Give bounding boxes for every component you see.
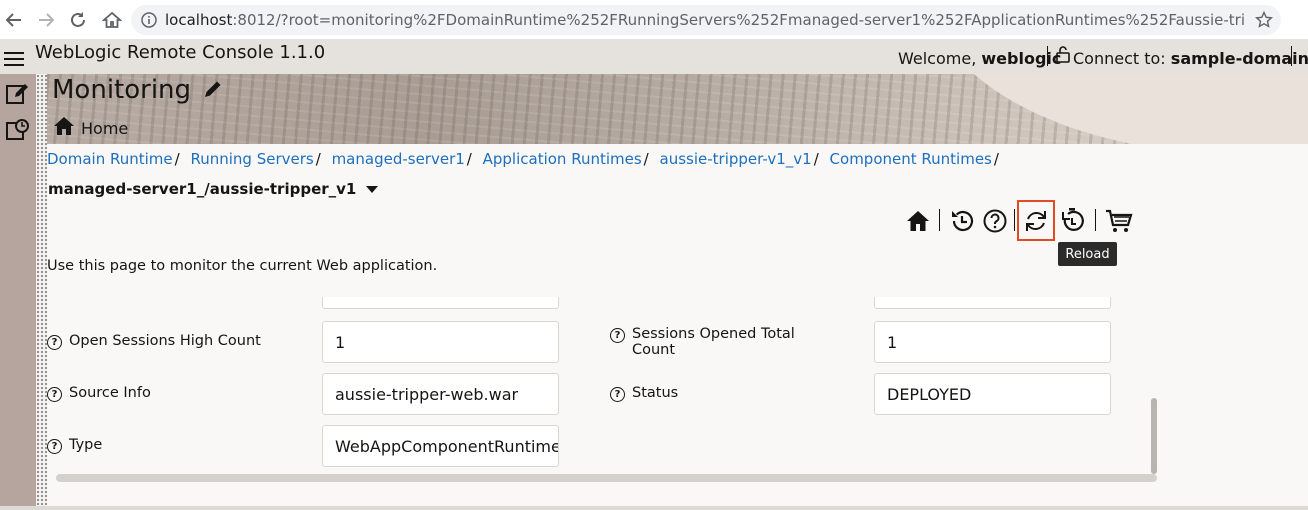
toolbar-divider bbox=[1095, 209, 1096, 231]
horizontal-scrollbar[interactable] bbox=[56, 474, 1157, 482]
auto-reload-icon[interactable] bbox=[1057, 204, 1087, 238]
url-text: localhost:8012/?root=monitoring%2FDomain… bbox=[165, 11, 1245, 29]
page-title-text: Monitoring bbox=[52, 75, 192, 105]
breadcrumb-separator: / bbox=[993, 150, 999, 168]
type-label: ? Type bbox=[47, 437, 102, 454]
source-info-label: ? Source Info bbox=[47, 385, 151, 402]
vertical-scrollbar[interactable] bbox=[1151, 398, 1157, 474]
app-title: WebLogic Remote Console 1.1.0 bbox=[35, 42, 326, 63]
refresh-icon[interactable] bbox=[66, 8, 90, 32]
user-name[interactable]: weblogic bbox=[981, 49, 1061, 68]
breadcrumb-item[interactable]: Application Runtimes bbox=[483, 150, 642, 168]
domain-name[interactable]: sample-domain1 bbox=[1171, 49, 1308, 68]
sessions-opened-total-count-value: 1 bbox=[874, 321, 1111, 363]
browser-home-icon[interactable] bbox=[100, 8, 124, 32]
breadcrumb-separator: / bbox=[174, 150, 180, 168]
breadcrumb-separator: / bbox=[466, 150, 472, 168]
panel-resize-handle[interactable] bbox=[36, 74, 47, 510]
open-sessions-high-count-value: 1 bbox=[322, 321, 559, 363]
help-icon[interactable] bbox=[980, 204, 1010, 238]
sessions-opened-total-count-label: ? Sessions Opened Total Count bbox=[610, 326, 810, 358]
page-description: Use this page to monitor the current Web… bbox=[47, 258, 438, 274]
connect-text[interactable]: Connect to: sample-domain1 bbox=[1073, 49, 1308, 68]
left-rail bbox=[0, 74, 36, 510]
field-label-text: Source Info bbox=[69, 385, 151, 401]
menu-icon[interactable] bbox=[4, 50, 24, 70]
toolbar-divider bbox=[1014, 209, 1015, 231]
home-label: Home bbox=[81, 118, 129, 138]
history-icon[interactable] bbox=[947, 204, 977, 238]
breadcrumb-item[interactable]: Component Runtimes bbox=[830, 150, 992, 168]
bookmark-star-icon[interactable] bbox=[1252, 8, 1276, 32]
app-header: WebLogic Remote Console 1.1.0 Welcome, w… bbox=[0, 40, 1308, 74]
instance-selector[interactable]: managed-server1_/aussie-tripper_v1 bbox=[48, 180, 379, 198]
field-value-cut bbox=[874, 297, 1111, 309]
back-icon[interactable] bbox=[2, 8, 26, 32]
pencil-icon[interactable] bbox=[203, 76, 223, 106]
source-info-value: aussie-tripper-web.war bbox=[322, 373, 559, 415]
field-label-text: Open Sessions High Count bbox=[69, 333, 261, 349]
home-icon[interactable] bbox=[903, 204, 933, 238]
instance-selector-value: managed-server1_/aussie-tripper_v1 bbox=[48, 180, 357, 198]
field-help-icon[interactable]: ? bbox=[47, 439, 62, 454]
field-help-icon[interactable]: ? bbox=[47, 387, 62, 402]
welcome-label: Welcome, bbox=[898, 49, 977, 68]
unlock-icon[interactable] bbox=[1056, 45, 1070, 67]
bottom-border bbox=[0, 506, 1308, 510]
page-title: Monitoring bbox=[52, 75, 223, 106]
breadcrumb-separator: / bbox=[813, 150, 819, 168]
welcome-text: Welcome, weblogic bbox=[898, 49, 1061, 68]
header-divider bbox=[1047, 46, 1048, 66]
open-sessions-high-count-label: ? Open Sessions High Count bbox=[47, 333, 261, 350]
caret-down-icon[interactable] bbox=[366, 180, 379, 198]
status-label: ? Status bbox=[610, 385, 678, 402]
home-link[interactable]: Home bbox=[53, 116, 128, 140]
forward-icon[interactable] bbox=[34, 8, 58, 32]
connect-label: Connect to: bbox=[1073, 49, 1166, 68]
breadcrumb-item[interactable]: managed-server1 bbox=[332, 150, 465, 168]
browser-toolbar: localhost:8012/?root=monitoring%2FDomain… bbox=[0, 0, 1308, 40]
url-path: :8012/?root=monitoring%2FDomainRuntime%2… bbox=[232, 11, 1245, 29]
type-value: WebAppComponentRuntime bbox=[322, 425, 559, 467]
breadcrumb-item[interactable]: aussie-tripper-v1_v1 bbox=[660, 150, 812, 168]
field-label-text: Type bbox=[69, 437, 103, 453]
field-help-icon[interactable]: ? bbox=[610, 328, 625, 343]
status-value: DEPLOYED bbox=[874, 373, 1111, 415]
toolbar-divider bbox=[939, 209, 940, 231]
breadcrumb-item[interactable]: Running Servers bbox=[190, 150, 313, 168]
reload-icon[interactable] bbox=[1021, 204, 1051, 238]
url-host: localhost bbox=[165, 11, 233, 29]
address-bar[interactable]: localhost:8012/?root=monitoring%2FDomain… bbox=[131, 5, 1281, 35]
monitoring-tree-icon[interactable] bbox=[5, 118, 29, 146]
field-value-cut bbox=[322, 297, 559, 309]
field-help-icon[interactable]: ? bbox=[47, 335, 62, 350]
field-help-icon[interactable]: ? bbox=[610, 387, 625, 402]
breadcrumb-separator: / bbox=[315, 150, 321, 168]
reload-tooltip: Reload bbox=[1058, 242, 1117, 266]
home-icon bbox=[53, 116, 75, 140]
field-label-text: Status bbox=[632, 385, 679, 401]
breadcrumb-separator: / bbox=[643, 150, 649, 168]
site-info-icon[interactable] bbox=[141, 12, 157, 32]
shopping-cart-icon[interactable] bbox=[1104, 204, 1134, 238]
field-label-text: Sessions Opened Total Count bbox=[632, 326, 795, 358]
edit-tree-icon[interactable] bbox=[5, 82, 29, 110]
breadcrumb-item[interactable]: Domain Runtime bbox=[47, 150, 173, 168]
breadcrumb: Domain Runtime / Running Servers / managed… bbox=[47, 150, 1005, 168]
page-banner: Monitoring Home bbox=[47, 74, 1308, 144]
header-divider-2 bbox=[1291, 46, 1292, 66]
